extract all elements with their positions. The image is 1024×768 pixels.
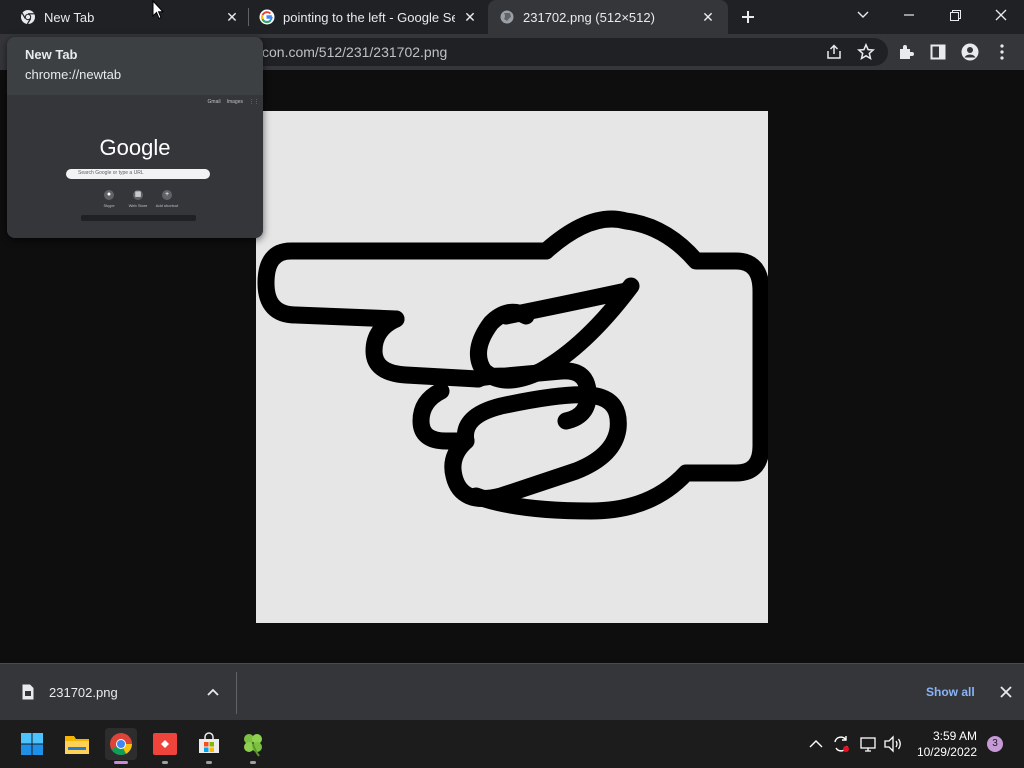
system-clock[interactable]: 3:59 AM 10/29/2022 — [905, 728, 977, 760]
preview-top-links: Gmail Images ⋮⋮ — [208, 99, 259, 105]
download-divider — [236, 672, 237, 714]
running-indicator — [206, 761, 212, 764]
hover-card-title: New Tab — [25, 47, 78, 62]
hand-pointing-left-icon — [257, 210, 768, 520]
download-file-name: 231702.png — [49, 685, 118, 700]
preview-search-placeholder: Search Google or type a URL — [78, 170, 144, 176]
running-indicator — [114, 761, 128, 764]
image-file-icon — [22, 684, 34, 700]
clock-date: 10/29/2022 — [916, 745, 977, 759]
tab-title: pointing to the left - Google Sear — [283, 9, 455, 25]
chevron-up-icon[interactable] — [205, 684, 221, 700]
share-icon[interactable] — [824, 42, 844, 62]
tab-title: New Tab — [44, 9, 95, 25]
preview-shortcut: + Add shortcut — [152, 190, 182, 208]
close-icon — [995, 9, 1007, 21]
tab-search-button[interactable] — [840, 0, 886, 30]
volume-icon[interactable] — [883, 734, 903, 754]
network-icon[interactable] — [858, 734, 878, 754]
plus-icon: + — [162, 190, 172, 200]
chevron-up-icon[interactable] — [806, 734, 826, 754]
download-bar: 231702.png Show all — [0, 663, 1024, 720]
restore-icon — [949, 9, 961, 21]
apps-grid-icon: ⋮⋮ — [249, 99, 259, 105]
show-all-button[interactable]: Show all — [926, 685, 975, 699]
restore-button[interactable] — [932, 0, 978, 30]
running-indicator — [250, 761, 256, 764]
chrome-icon — [20, 9, 36, 25]
preview-shortcut: ▦ Web Store — [123, 190, 153, 208]
screen: New Tab ✕ pointing to the left - Google … — [0, 0, 1024, 768]
mouse-cursor-icon — [152, 0, 164, 20]
extensions-icon[interactable] — [896, 42, 916, 62]
profile-icon[interactable] — [960, 42, 980, 62]
preview-gmail-link: Gmail — [207, 99, 221, 105]
preview-images-link: Images — [226, 99, 243, 105]
displayed-image — [256, 111, 768, 623]
close-window-button[interactable] — [978, 0, 1024, 30]
plus-icon — [742, 11, 754, 23]
close-tab-icon[interactable]: ✕ — [700, 9, 716, 25]
minimize-icon — [904, 14, 914, 16]
download-item[interactable]: 231702.png — [0, 664, 236, 721]
globe-icon — [499, 9, 515, 25]
skype-icon: ● — [104, 190, 114, 200]
close-tab-icon[interactable]: ✕ — [462, 9, 478, 25]
clover-icon[interactable] — [237, 728, 269, 764]
close-download-bar-icon[interactable] — [997, 683, 1015, 701]
chevron-down-icon — [857, 11, 869, 18]
running-indicator — [162, 761, 168, 764]
preview-shortcut-label: Web Store — [128, 203, 148, 208]
address-bar-url[interactable]: con.com/512/231/231702.png — [262, 44, 447, 60]
chrome-taskbar-icon[interactable] — [105, 728, 137, 764]
preview-shortcut-label: Skype — [103, 203, 115, 208]
preview-google-logo: Google — [99, 135, 171, 160]
clock-time: 3:59 AM — [932, 729, 977, 743]
sync-icon[interactable] — [831, 734, 851, 754]
store-icon[interactable] — [193, 728, 225, 764]
tab-hover-card: New Tab chrome://newtab Gmail Images ⋮⋮ … — [7, 37, 263, 238]
preview-shortcut-label: Add shortcut — [155, 203, 179, 208]
preview-search-box: Search Google or type a URL — [66, 169, 210, 179]
hover-card-url: chrome://newtab — [25, 67, 122, 82]
file-explorer-icon[interactable] — [61, 728, 93, 760]
minimize-button[interactable] — [886, 0, 932, 30]
tab-new-tab[interactable]: New Tab ✕ — [0, 0, 248, 34]
preview-banner — [81, 215, 196, 221]
close-tab-icon[interactable]: ✕ — [224, 9, 240, 25]
start-icon[interactable] — [16, 728, 48, 760]
tab-google-search[interactable]: pointing to the left - Google Sear ✕ — [248, 0, 488, 34]
menu-kebab-icon[interactable] — [992, 42, 1012, 62]
notification-badge[interactable]: 3 — [987, 736, 1003, 752]
hover-card-preview: Gmail Images ⋮⋮ Google Search Google or … — [7, 95, 263, 238]
taskbar: 3:59 AM 10/29/2022 3 — [0, 720, 1024, 768]
preview-shortcut: ● Skype — [94, 190, 124, 208]
anydesk-icon[interactable] — [149, 728, 181, 764]
web-store-icon: ▦ — [133, 190, 143, 200]
tab-title: 231702.png (512×512) — [523, 9, 655, 25]
tab-image[interactable]: 231702.png (512×512) ✕ — [488, 0, 728, 34]
star-icon[interactable] — [856, 42, 876, 62]
new-tab-button[interactable] — [734, 4, 762, 30]
google-icon — [259, 9, 275, 25]
side-panel-icon[interactable] — [928, 42, 948, 62]
